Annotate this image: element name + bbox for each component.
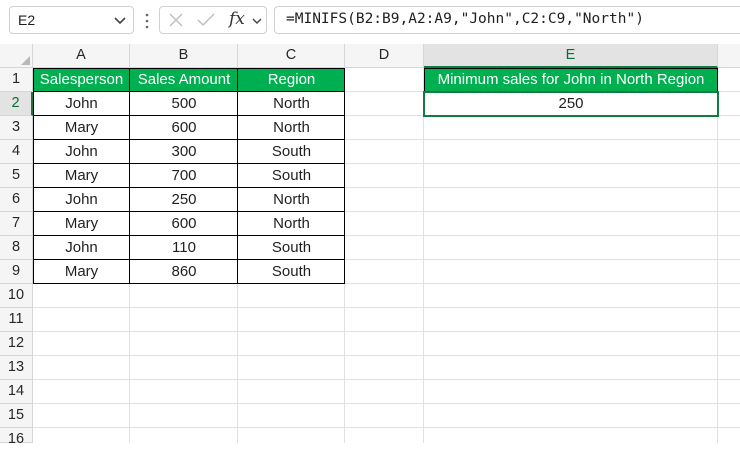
- cell-a5[interactable]: Mary: [33, 164, 130, 188]
- row-header-5[interactable]: 5: [0, 164, 33, 188]
- cell-c3[interactable]: North: [238, 116, 345, 140]
- cell-c2[interactable]: North: [238, 92, 345, 116]
- formula-bar-area: E2 fx =MINIFS(B2:B9,A2:A9,"John",C2:C9,"…: [0, 0, 740, 42]
- cancel-x-icon[interactable]: [168, 12, 184, 28]
- column-header-a[interactable]: A: [33, 44, 130, 68]
- cell-a4[interactable]: John: [33, 140, 130, 164]
- row-header-16[interactable]: 16: [0, 428, 33, 447]
- cell-c5[interactable]: South: [238, 164, 345, 188]
- formula-text: =MINIFS(B2:B9,A2:A9,"John",C2:C9,"North"…: [286, 11, 644, 27]
- column-header-f[interactable]: [718, 44, 740, 68]
- cell-a7[interactable]: Mary: [33, 212, 130, 236]
- row-header-8[interactable]: 8: [0, 236, 33, 260]
- cell-c1[interactable]: Region: [238, 68, 345, 92]
- row-header-12[interactable]: 12: [0, 332, 33, 356]
- enter-check-icon[interactable]: [196, 12, 216, 28]
- cell-b1[interactable]: Sales Amount: [130, 68, 238, 92]
- name-box[interactable]: E2: [9, 6, 134, 34]
- cell-c4[interactable]: South: [238, 140, 345, 164]
- cell-b7[interactable]: 600: [130, 212, 238, 236]
- cell-b6[interactable]: 250: [130, 188, 238, 212]
- row-header-1[interactable]: 1: [0, 68, 33, 92]
- row-header-7[interactable]: 7: [0, 212, 33, 236]
- cell-a2[interactable]: John: [33, 92, 130, 116]
- column-header-d[interactable]: D: [345, 44, 424, 68]
- chevron-down-icon[interactable]: [113, 13, 127, 27]
- chevron-down-icon[interactable]: [251, 15, 263, 27]
- cell-a6[interactable]: John: [33, 188, 130, 212]
- select-all-corner[interactable]: [0, 44, 33, 68]
- cell-b4[interactable]: 300: [130, 140, 238, 164]
- row-header-10[interactable]: 10: [0, 284, 33, 308]
- formula-input[interactable]: =MINIFS(B2:B9,A2:A9,"John",C2:C9,"North"…: [274, 6, 740, 34]
- column-header-c[interactable]: C: [238, 44, 345, 68]
- row-header-11[interactable]: 11: [0, 308, 33, 332]
- formula-buttons: fx: [159, 6, 267, 34]
- cell-b8[interactable]: 110: [130, 236, 238, 260]
- row-header-4[interactable]: 4: [0, 140, 33, 164]
- row-header-6[interactable]: 6: [0, 188, 33, 212]
- column-header-b[interactable]: B: [130, 44, 238, 68]
- cell-c8[interactable]: South: [238, 236, 345, 260]
- selected-cell-outline: [423, 91, 719, 117]
- row-header-14[interactable]: 14: [0, 380, 33, 404]
- row-header-15[interactable]: 15: [0, 404, 33, 428]
- row-header-3[interactable]: 3: [0, 116, 33, 140]
- cell-b2[interactable]: 500: [130, 92, 238, 116]
- cell-a8[interactable]: John: [33, 236, 130, 260]
- drag-handle-icon[interactable]: [145, 12, 149, 30]
- cell-c7[interactable]: North: [238, 212, 345, 236]
- row-header-2[interactable]: 2: [0, 92, 33, 116]
- name-box-value: E2: [18, 12, 36, 28]
- cell-c9[interactable]: South: [238, 260, 345, 284]
- cell-b9[interactable]: 860: [130, 260, 238, 284]
- cell-a9[interactable]: Mary: [33, 260, 130, 284]
- column-header-e[interactable]: E: [424, 44, 718, 68]
- cell-a3[interactable]: Mary: [33, 116, 130, 140]
- cell-c6[interactable]: North: [238, 188, 345, 212]
- insert-function-icon[interactable]: fx: [229, 9, 245, 29]
- cell-b3[interactable]: 600: [130, 116, 238, 140]
- row-header-13[interactable]: 13: [0, 356, 33, 380]
- cell-b5[interactable]: 700: [130, 164, 238, 188]
- cell-e1[interactable]: Minimum sales for John in North Region: [424, 68, 718, 92]
- row-header-9[interactable]: 9: [0, 260, 33, 284]
- cell-a1[interactable]: Salesperson: [33, 68, 130, 92]
